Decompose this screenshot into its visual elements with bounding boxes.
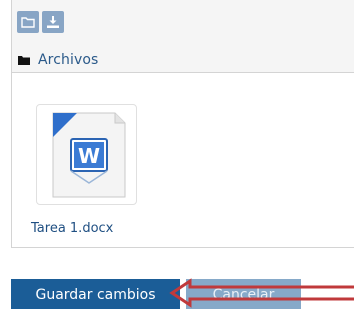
cancel-button[interactable]: Cancelar bbox=[186, 279, 301, 309]
word-document-icon: W bbox=[52, 112, 126, 198]
breadcrumb[interactable]: Archivos bbox=[18, 51, 98, 69]
file-manager-toolbar: Archivos bbox=[12, 0, 354, 73]
breadcrumb-label[interactable]: Archivos bbox=[38, 52, 98, 68]
download-all-button[interactable] bbox=[42, 11, 64, 33]
file-tile[interactable]: W bbox=[36, 104, 137, 205]
svg-text:W: W bbox=[78, 144, 100, 168]
file-name-label[interactable]: Tarea 1.docx bbox=[31, 221, 113, 236]
folder-icon bbox=[21, 17, 35, 28]
folder-icon bbox=[18, 56, 30, 65]
create-folder-button[interactable] bbox=[17, 11, 39, 33]
file-manager: Archivos W Tarea 1.docx bbox=[11, 0, 354, 248]
download-icon bbox=[47, 16, 59, 28]
save-changes-button[interactable]: Guardar cambios bbox=[11, 279, 180, 309]
